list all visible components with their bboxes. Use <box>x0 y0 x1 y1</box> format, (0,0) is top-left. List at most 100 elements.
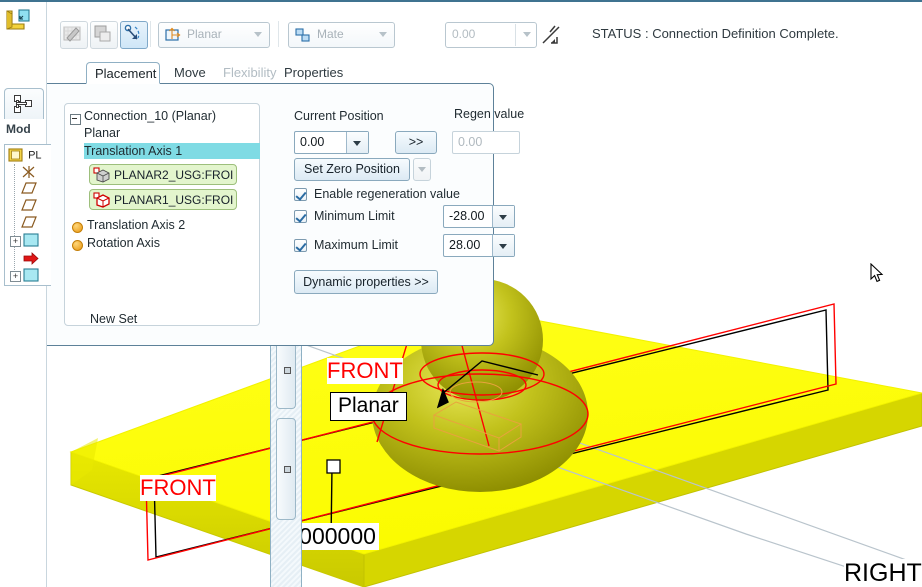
incomplete-bullet-rotation <box>72 240 83 251</box>
model-tree-expander-1[interactable]: + <box>10 236 21 247</box>
tab-properties[interactable]: Properties <box>276 62 351 84</box>
enable-regen-checkbox[interactable] <box>294 188 307 201</box>
reference-chip-planar2[interactable]: PLANAR2_USG:FROI <box>89 164 237 185</box>
datum-plane-icon-3 <box>21 216 37 228</box>
model-tree-icon <box>14 95 34 113</box>
new-set-item[interactable]: New Set <box>90 312 137 326</box>
model-tree-row-datum-1[interactable] <box>21 182 37 199</box>
regen-value-input[interactable]: 0.00 <box>452 131 520 154</box>
connection-set-tree[interactable]: Connection_10 (Planar) Planar Translatio… <box>64 103 260 326</box>
model-tree-row-component-1[interactable] <box>23 233 39 250</box>
model-tree-row-datum-2[interactable] <box>21 199 37 216</box>
tree-guide-line <box>14 164 15 274</box>
surface-ref-green-icon <box>93 167 111 183</box>
manual-placement-button[interactable] <box>90 21 118 49</box>
datum-plane-icon <box>21 182 37 194</box>
connection-type-combo[interactable]: Planar <box>158 22 270 48</box>
tree-item-connection-root[interactable]: Connection_10 (Planar) <box>84 109 216 123</box>
connection-button[interactable] <box>120 21 148 49</box>
current-position-input[interactable]: 0.00 <box>294 131 369 154</box>
minimum-limit-label: Minimum Limit <box>314 209 395 223</box>
part-icon <box>8 148 23 162</box>
tree-item-translation-axis-1[interactable]: Translation Axis 1 <box>84 143 260 159</box>
current-position-value: 0.00 <box>300 135 325 149</box>
regen-value-text: 0.00 <box>458 135 483 149</box>
planar-joint-icon <box>164 27 182 43</box>
placement-dialog: Connection_10 (Planar) Planar Translatio… <box>46 83 524 346</box>
model-tree[interactable]: PL + + <box>4 144 51 286</box>
chevron-down-icon-4 <box>353 141 361 146</box>
reference-chip-planar1-label: PLANAR1_USG:FROI <box>114 193 234 207</box>
maximum-limit-dropdown[interactable] <box>492 235 514 256</box>
minimum-limit-checkbox[interactable] <box>294 210 307 223</box>
model-tree-row-marker[interactable] <box>23 252 39 269</box>
front-datum-label-upper: FRONT <box>327 358 403 384</box>
maximum-limit-checkbox[interactable] <box>294 239 307 252</box>
stack-square-icon <box>94 25 111 42</box>
current-position-dropdown[interactable] <box>346 132 368 153</box>
maximum-limit-label: Maximum Limit <box>314 238 399 252</box>
tree-item-rotation-axis[interactable]: Rotation Axis <box>87 236 160 250</box>
toolbar-separator-1 <box>150 21 151 47</box>
connection-toolbar: Planar Mate 0.00 STATUS: Connection Def… <box>46 4 922 60</box>
current-position-label: Current Position <box>294 109 384 123</box>
model-tree-row-part[interactable]: PL <box>8 148 42 165</box>
front-datum-label-lower: FRONT <box>140 475 216 501</box>
joint-arc-icon <box>124 24 140 40</box>
component-icon <box>23 233 39 247</box>
component-icon-2 <box>23 268 39 282</box>
offset-value-text: 0.00 <box>452 27 476 41</box>
drag-handle-square <box>326 459 341 474</box>
splitter-dot-upper <box>284 367 291 374</box>
reference-chip-planar2-label: PLANAR2_USG:FROI <box>114 168 234 182</box>
chevron-down-icon-3[interactable] <box>523 32 531 37</box>
splitter-dot-lower <box>284 466 291 473</box>
tab-move[interactable]: Move <box>166 62 214 84</box>
application-window: FRONT FRONT RIGHT Planar 0.000000 Planar… <box>0 0 922 587</box>
splitter-grip-lower[interactable] <box>276 418 296 520</box>
right-datum-label: RIGHT <box>844 559 922 587</box>
arrow-cursor-icon <box>870 262 884 284</box>
tree-item-planar[interactable]: Planar <box>84 126 120 140</box>
offset-value-input[interactable]: 0.00 <box>445 22 537 48</box>
placement-tabstrip: Placement Move Flexibility Properties <box>86 62 538 84</box>
model-tree-row-component-2[interactable] <box>23 268 39 285</box>
model-tree-row-part-label: PL <box>28 149 42 162</box>
offset-value-divider <box>515 24 516 46</box>
left-navigation-rail: Mod PL + + <box>0 2 51 587</box>
tree-link-2 <box>16 102 27 105</box>
minimum-limit-dropdown[interactable] <box>492 206 514 227</box>
model-tree-expander-2[interactable]: + <box>10 271 21 282</box>
graphics-viewport[interactable]: FRONT FRONT RIGHT Planar 0.000000 Planar… <box>46 2 922 587</box>
chevron-down-icon-7 <box>499 244 507 249</box>
model-tree-row-csys[interactable] <box>21 165 37 182</box>
tree-item-translation-axis-2[interactable]: Translation Axis 2 <box>87 218 185 232</box>
tab-placement[interactable]: Placement <box>86 62 160 84</box>
assembly-logo-icon <box>4 8 34 36</box>
arrow-marker-icon <box>23 252 39 265</box>
reference-chip-planar1[interactable]: PLANAR1_USG:FROI <box>89 189 237 210</box>
chevron-down-icon[interactable] <box>254 32 262 37</box>
surface-ref-red-icon <box>93 192 111 208</box>
constraint-type-value: Mate <box>317 27 344 41</box>
automatic-placement-button[interactable] <box>60 21 88 49</box>
chevron-down-icon-6 <box>499 215 507 220</box>
dynamic-properties-button[interactable]: Dynamic properties >> <box>294 270 438 294</box>
model-tree-tab-button[interactable] <box>4 88 44 119</box>
viewport-splitter-column[interactable] <box>270 332 302 587</box>
incomplete-bullet-translation-2 <box>72 222 83 233</box>
planar-joint-label[interactable]: Planar <box>330 392 407 421</box>
flip-orientation-button[interactable] <box>538 22 566 50</box>
maximum-limit-input[interactable]: 28.00 <box>443 234 515 257</box>
set-zero-position-button[interactable]: Set Zero Position <box>294 158 410 181</box>
tree-expander-root[interactable] <box>70 114 81 125</box>
enable-regen-label: Enable regeneration value <box>314 187 460 201</box>
chevron-down-icon-2[interactable] <box>379 32 387 37</box>
set-zero-position-dropdown[interactable] <box>413 158 431 181</box>
constraint-type-combo[interactable]: Mate <box>288 22 395 48</box>
pencil-grid-icon <box>63 26 81 42</box>
transfer-to-regen-button[interactable]: >> <box>395 131 437 154</box>
datum-plane-icon-2 <box>21 199 37 211</box>
model-tree-row-datum-3[interactable] <box>21 216 37 233</box>
minimum-limit-input[interactable]: -28.00 <box>443 205 515 228</box>
